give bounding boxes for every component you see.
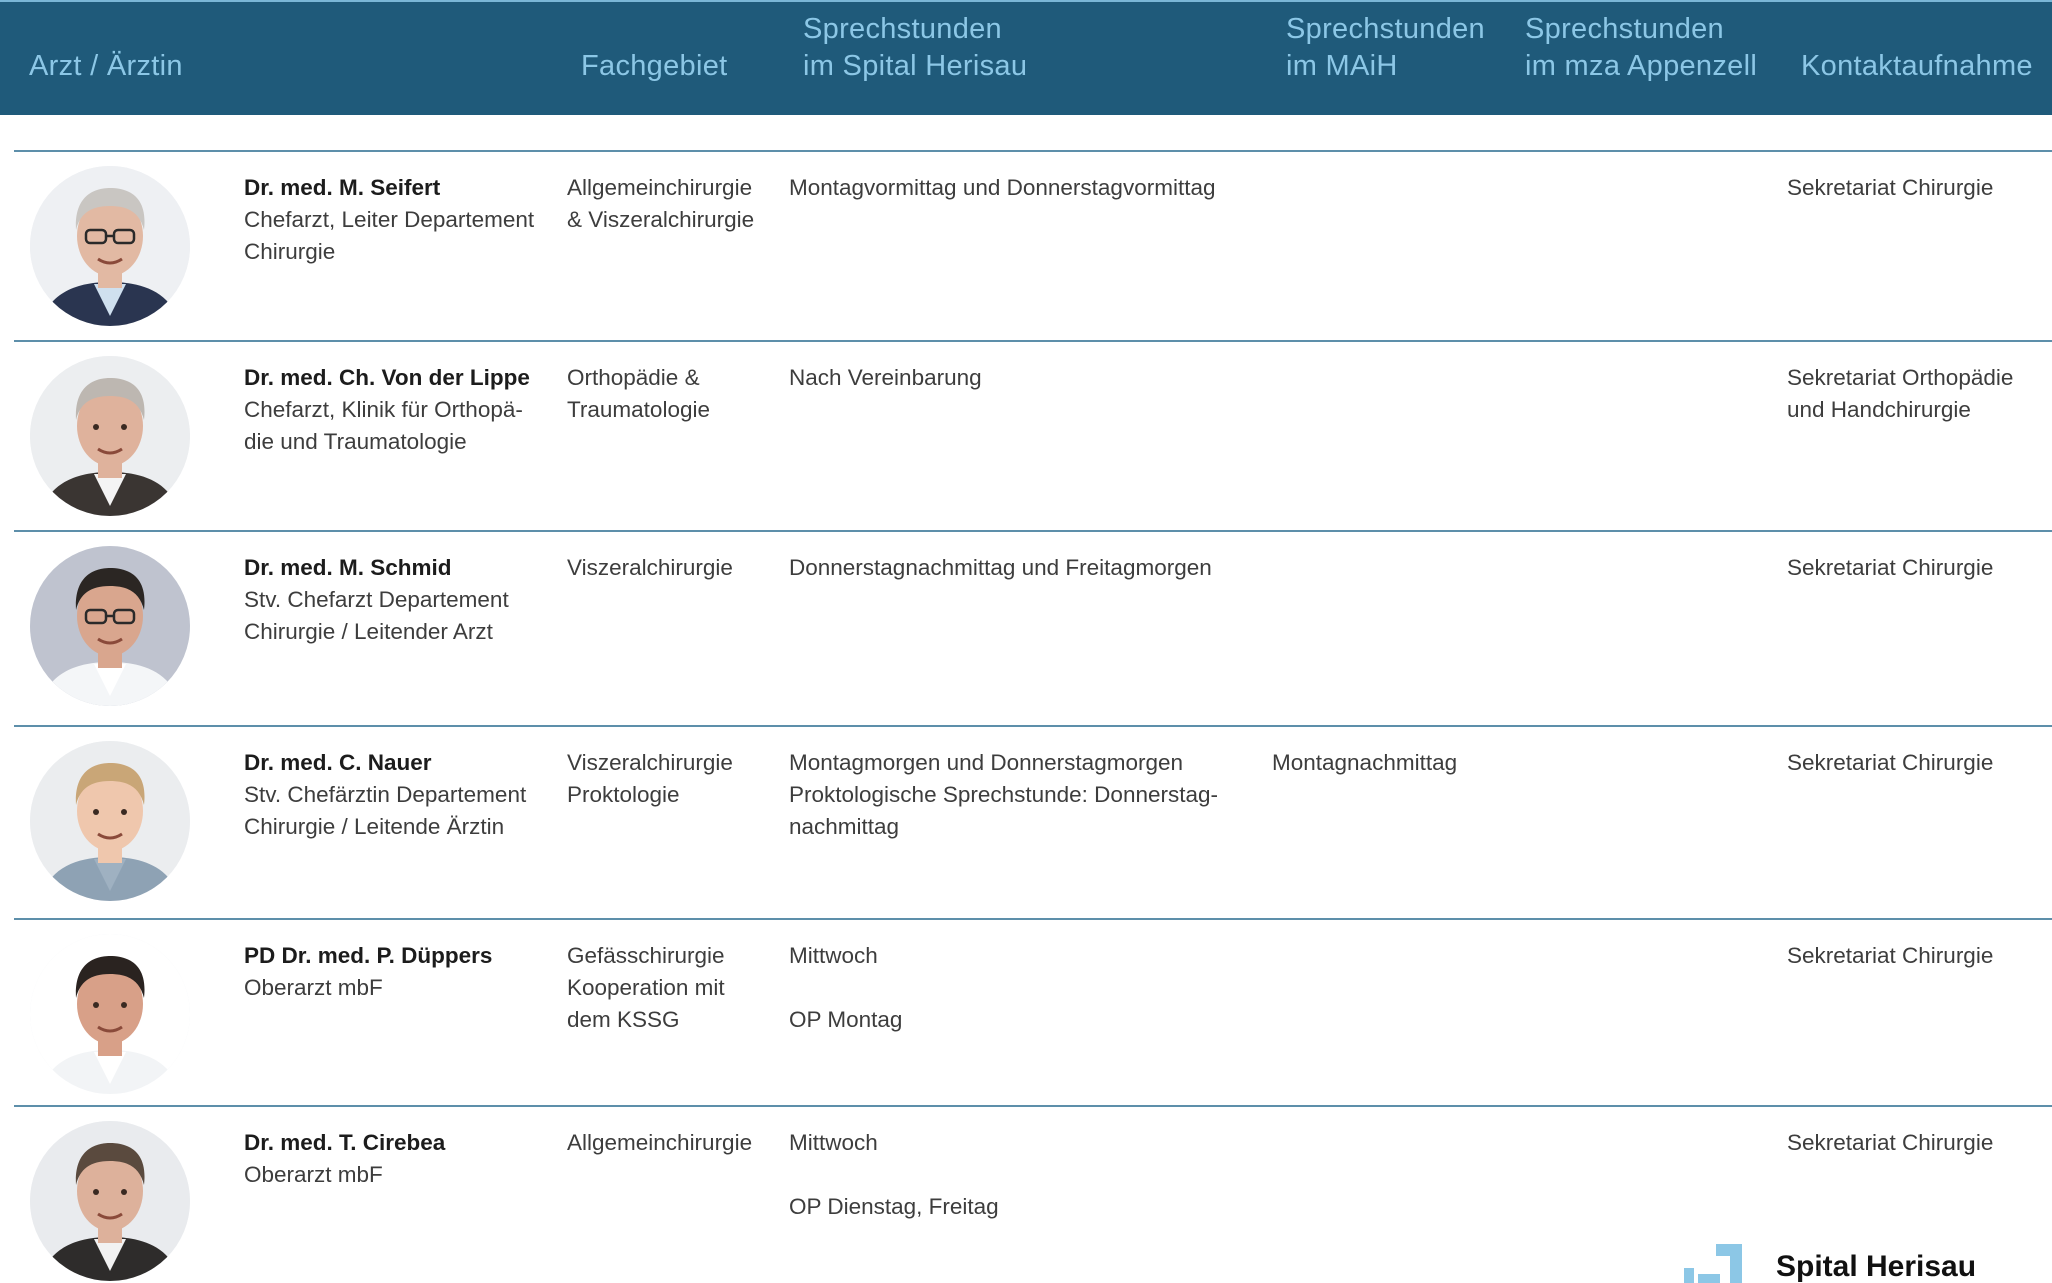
herisau-hours-cell: Nach Vereinbarung [789,362,982,394]
table-row: Dr. med. C. Nauer Stv. Chefärztin Depart… [14,725,2052,918]
cell-text-line: Mittwoch [789,943,878,968]
cell-text-line: Chirurgie / Leitende Ärztin [244,814,505,839]
doctor-name-cell: Dr. med. M. Seifert Chefarzt, Leiter Dep… [244,172,534,268]
cell-text-line: Sekretariat Chirurgie [1787,555,1994,580]
cell-text-line: & Viszeralchirurgie [567,207,755,232]
spital-herisau-logo: Spital Herisau [1680,1238,2052,1283]
herisau-hours-cell: Mittwoch OP Dienstag, Freitag [789,1127,999,1223]
kontakt-cell: Sekretariat Chirurgie [1787,747,1993,779]
doctor-portrait [30,1121,190,1281]
cell-text-line: Orthopädie & [567,365,700,390]
herisau-hours-cell: Donnerstagnachmittag und Freitagmorgen [789,552,1212,584]
cell-text-line: Viszeralchirurgie [567,750,733,775]
doctor-name-cell: Dr. med. C. Nauer Stv. Chefärztin Depart… [244,747,526,843]
header-kontaktaufnahme: Kontaktaufnahme [1801,50,2033,82]
cell-text-line: Mittwoch [789,1130,878,1155]
doctor-name: Dr. med. T. Cirebea [244,1130,446,1155]
doctor-name-cell: Dr. med. M. Schmid Stv. Chefarzt Departe… [244,552,509,648]
cell-text-line: Oberarzt mbF [244,1162,383,1187]
fachgebiet-cell: Allgemeinchirurgie [567,1127,752,1159]
doctor-portrait [30,166,190,326]
doctor-portrait [30,741,190,901]
doctor-portrait [30,546,190,706]
table-row: Dr. med. M. Schmid Stv. Chefarzt Departe… [14,530,2052,725]
cell-text-line: OP Montag [789,1007,903,1032]
cell-text-line: Chefarzt, Klinik für Orthopä- [244,397,523,422]
logo-mark-icon [1684,1244,1742,1283]
kontakt-cell: Sekretariat Chirurgie [1787,940,1993,972]
doctor-name: Dr. med. C. Nauer [244,750,432,775]
cell-text-line: Sekretariat Chirurgie [1787,750,1994,775]
cell-text-line: Traumatologie [567,397,710,422]
cell-text-line: Stv. Chefarzt Departement [244,587,509,612]
cell-text-line [789,972,902,1004]
fachgebiet-cell: Orthopädie & Traumatologie [567,362,710,426]
cell-text-line [789,1159,999,1191]
doctor-name: PD Dr. med. P. Düppers [244,943,493,968]
cell-text-line: OP Dienstag, Freitag [789,1194,999,1219]
doctor-portrait [30,934,190,1094]
cell-text-line: Gefässchirurgie [567,943,725,968]
doctor-name-cell: Dr. med. T. Cirebea Oberarzt mbF [244,1127,445,1191]
cell-text-line: Sekretariat Chirurgie [1787,943,1994,968]
cell-text-line: die und Traumatologie [244,429,467,454]
cell-text-line: Sekretariat Chirurgie [1787,1130,1994,1155]
cell-text-line: Proktologie [567,782,680,807]
cell-text-line: Chefarzt, Leiter Departement [244,207,535,232]
cell-text-line: Montagvormittag und Donnerstagvormittag [789,175,1216,200]
doctor-portrait [30,356,190,516]
table-row: Dr. med. M. Seifert Chefarzt, Leiter Dep… [14,150,2052,340]
header-fachgebiet: Fachgebiet [581,50,728,82]
doctor-name-cell: Dr. med. Ch. Von der Lippe Chefarzt, Kli… [244,362,530,458]
kontakt-cell: Sekretariat Chirurgie [1787,552,1993,584]
cell-text-line: und Handchirurgie [1787,397,1971,422]
doctor-name: Dr. med. Ch. Von der Lippe [244,365,530,390]
cell-text-line: Proktologische Sprechstunde: Donnerstag- [789,782,1218,807]
doctor-name-cell: PD Dr. med. P. Düppers Oberarzt mbF [244,940,492,1004]
cell-text-line: Montagnachmittag [1272,750,1458,775]
doctor-name: Dr. med. M. Schmid [244,555,452,580]
cell-text-line: Montagmorgen und Donnerstagmorgen [789,750,1183,775]
cell-text-line: Stv. Chefärztin Departement [244,782,527,807]
table-row: Dr. med. Ch. Von der Lippe Chefarzt, Kli… [14,340,2052,530]
doctor-table-page: Arzt / Ärztin Fachgebiet Sprechstunden i… [0,0,2052,1283]
herisau-hours-cell: Mittwoch OP Montag [789,940,902,1036]
cell-text-line: Chirurgie [244,239,336,264]
header-sprechstunden-maih: Sprechstunden im MAiH [1286,13,1485,82]
maih-hours-cell: Montagnachmittag [1272,747,1457,779]
doctor-name: Dr. med. M. Seifert [244,175,441,200]
logo-text: Spital Herisau [1776,1250,1977,1283]
cell-text-line: Chirurgie / Leitender Arzt [244,619,493,644]
cell-text-line: Kooperation mit [567,975,725,1000]
header-sprechstunden-herisau: Sprechstunden im Spital Herisau [803,13,1028,82]
cell-text-line: Nach Vereinbarung [789,365,982,390]
cell-text-line: Sekretariat Chirurgie [1787,175,1994,200]
kontakt-cell: Sekretariat Orthopädie und Handchirurgie [1787,362,2013,426]
header-sprechstunden-appenzell: Sprechstunden im mza Appenzell [1525,13,1758,82]
herisau-hours-cell: Montagvormittag und Donnerstagvormittag [789,172,1215,204]
header-arzt: Arzt / Ärztin [29,50,183,82]
kontakt-cell: Sekretariat Chirurgie [1787,172,1993,204]
table-header: Arzt / Ärztin Fachgebiet Sprechstunden i… [0,0,2052,115]
cell-text-line: Donnerstagnachmittag und Freitagmorgen [789,555,1212,580]
cell-text-line: nachmittag [789,814,900,839]
fachgebiet-cell: Viszeralchirurgie [567,552,733,584]
cell-text-line: Oberarzt mbF [244,975,383,1000]
fachgebiet-cell: Viszeralchirurgie Proktologie [567,747,733,811]
cell-text-line: Sekretariat Orthopädie [1787,365,2014,390]
fachgebiet-cell: Allgemeinchirurgie & Viszeralchirurgie [567,172,754,236]
fachgebiet-cell: Gefässchirurgie Kooperation mit dem KSSG [567,940,725,1036]
cell-text-line: dem KSSG [567,1007,680,1032]
kontakt-cell: Sekretariat Chirurgie [1787,1127,1993,1159]
cell-text-line: Viszeralchirurgie [567,555,733,580]
table-row: PD Dr. med. P. Düppers Oberarzt mbF Gefä… [14,918,2052,1105]
herisau-hours-cell: Montagmorgen und Donnerstagmorgen Proktol… [789,747,1218,843]
cell-text-line: Allgemeinchirurgie [567,175,753,200]
cell-text-line: Allgemeinchirurgie [567,1130,753,1155]
